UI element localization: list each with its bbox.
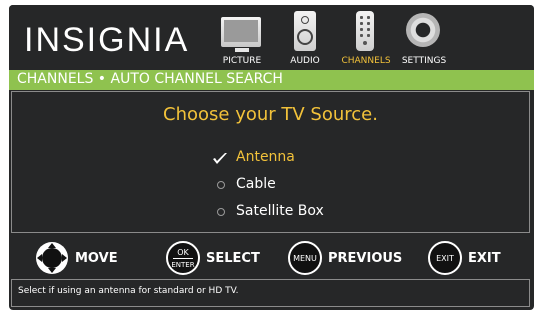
gear-icon xyxy=(406,13,440,47)
remote-icon xyxy=(356,11,374,51)
checkmark-icon xyxy=(213,153,227,164)
tv-menu-screen: INSIGNIA PICTURE AUDIO CHANNELS SETTINGS… xyxy=(9,5,534,310)
control-previous-label: PREVIOUS xyxy=(328,251,403,266)
menu-header: INSIGNIA PICTURE AUDIO CHANNELS SETTINGS xyxy=(9,5,534,70)
section-title-bar: CHANNELS • AUTO CHANNEL SEARCH xyxy=(9,70,534,90)
section-title: CHANNELS • AUTO CHANNEL SEARCH xyxy=(17,71,283,87)
menu-button-icon: MENU xyxy=(288,241,322,275)
exit-button-icon: EXIT xyxy=(428,241,462,275)
control-select-label: SELECT xyxy=(206,251,260,266)
tab-picture-label: PICTURE xyxy=(222,56,262,66)
speaker-icon xyxy=(294,11,316,51)
tab-channels-label: CHANNELS xyxy=(341,56,391,66)
option-satellite-box-label: Satellite Box xyxy=(236,203,324,219)
tab-channels[interactable]: CHANNELS xyxy=(339,9,393,69)
insignia-logo: INSIGNIA xyxy=(24,21,190,59)
tab-picture[interactable]: PICTURE xyxy=(214,9,270,69)
directional-pad-icon xyxy=(36,242,68,274)
control-exit-label: EXIT xyxy=(468,251,501,266)
radio-circle-icon xyxy=(217,208,225,216)
ok-enter-button-icon: OK ENTER xyxy=(166,241,200,275)
tv-icon xyxy=(221,17,261,52)
tab-audio-label: AUDIO xyxy=(290,56,320,66)
prompt-heading: Choose your TV Source. xyxy=(163,104,378,125)
tab-settings[interactable]: SETTINGS xyxy=(395,9,453,69)
option-cable-label: Cable xyxy=(236,176,276,192)
help-text: Select if using an antenna for standard … xyxy=(18,286,239,296)
source-selection-panel: Choose your TV Source. Antenna Cable Sat… xyxy=(11,91,530,233)
tab-settings-label: SETTINGS xyxy=(401,56,447,66)
radio-circle-icon xyxy=(217,181,225,189)
tab-audio[interactable]: AUDIO xyxy=(281,9,329,69)
option-antenna-label: Antenna xyxy=(236,149,295,165)
control-move-label: MOVE xyxy=(75,251,118,266)
help-bar: Select if using an antenna for standard … xyxy=(11,279,530,307)
remote-controls-legend: MOVE OK ENTER SELECT MENU PREVIOUS EXIT … xyxy=(9,235,534,279)
